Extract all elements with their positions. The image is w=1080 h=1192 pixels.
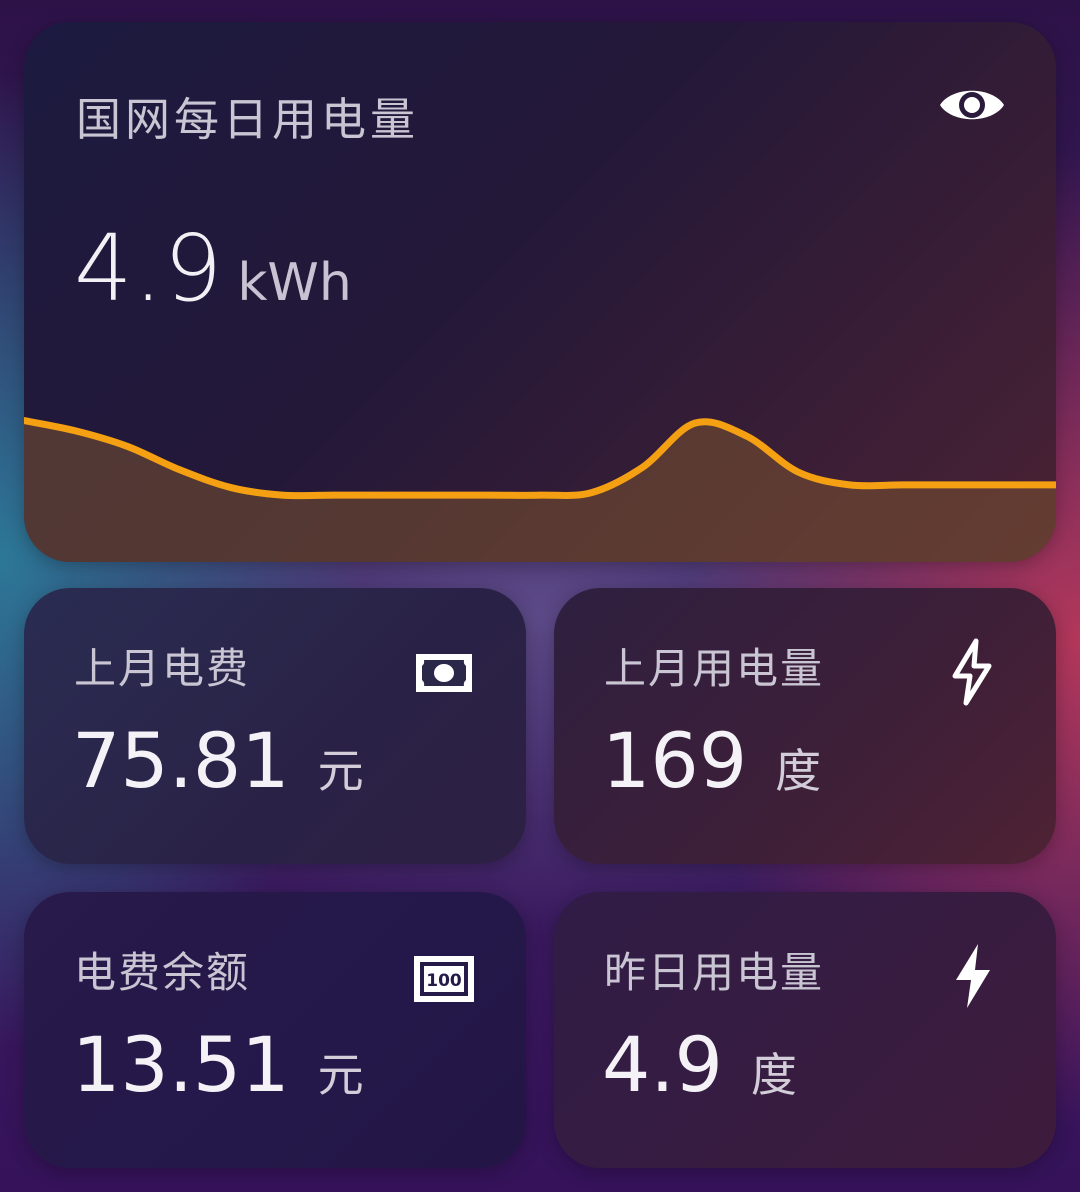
- last-month-fee-unit: 元: [317, 744, 364, 798]
- last-month-fee-number: 75.81: [72, 716, 290, 805]
- lightning-bolt-icon: [956, 944, 990, 1008]
- daily-usage-title: 国网每日用电量: [76, 93, 420, 146]
- last-month-usage-card[interactable]: 上月用电量 169 度: [554, 588, 1056, 864]
- yesterday-usage-value: 4.9 度: [602, 1020, 797, 1110]
- bill-100-icon: 100: [414, 956, 474, 1002]
- last-month-usage-unit: 度: [775, 744, 822, 798]
- last-month-usage-number: 169: [602, 716, 748, 805]
- balance-card[interactable]: 电费余额 100 13.51 元: [24, 892, 526, 1168]
- eye-icon[interactable]: [938, 80, 1006, 130]
- yesterday-usage-label: 昨日用电量: [604, 948, 825, 997]
- cash-icon: [416, 654, 472, 692]
- daily-usage-value: 4.9 kWh: [74, 214, 352, 324]
- yesterday-usage-number: 4.9: [602, 1020, 723, 1109]
- daily-usage-card[interactable]: 国网每日用电量 4.9 kWh: [24, 22, 1056, 562]
- yesterday-usage-unit: 度: [750, 1048, 797, 1102]
- lightning-bolt-outline-icon: [952, 638, 992, 706]
- last-month-usage-value: 169 度: [602, 716, 821, 806]
- daily-usage-number: 4.9: [74, 215, 224, 322]
- chart-area-fill: [24, 420, 1056, 562]
- balance-label: 电费余额: [74, 948, 251, 997]
- balance-value: 13.51 元: [72, 1020, 364, 1110]
- last-month-fee-value: 75.81 元: [72, 716, 364, 806]
- daily-usage-unit: kWh: [237, 253, 352, 313]
- last-month-fee-card[interactable]: 上月电费 75.81 元: [24, 588, 526, 864]
- last-month-usage-label: 上月用电量: [604, 644, 825, 693]
- balance-number: 13.51: [72, 1020, 290, 1109]
- last-month-fee-label: 上月电费: [74, 644, 251, 693]
- yesterday-usage-card[interactable]: 昨日用电量 4.9 度: [554, 892, 1056, 1168]
- usage-sparkline-chart: [24, 417, 1056, 562]
- bill-100-text: 100: [426, 971, 462, 991]
- balance-unit: 元: [317, 1048, 364, 1102]
